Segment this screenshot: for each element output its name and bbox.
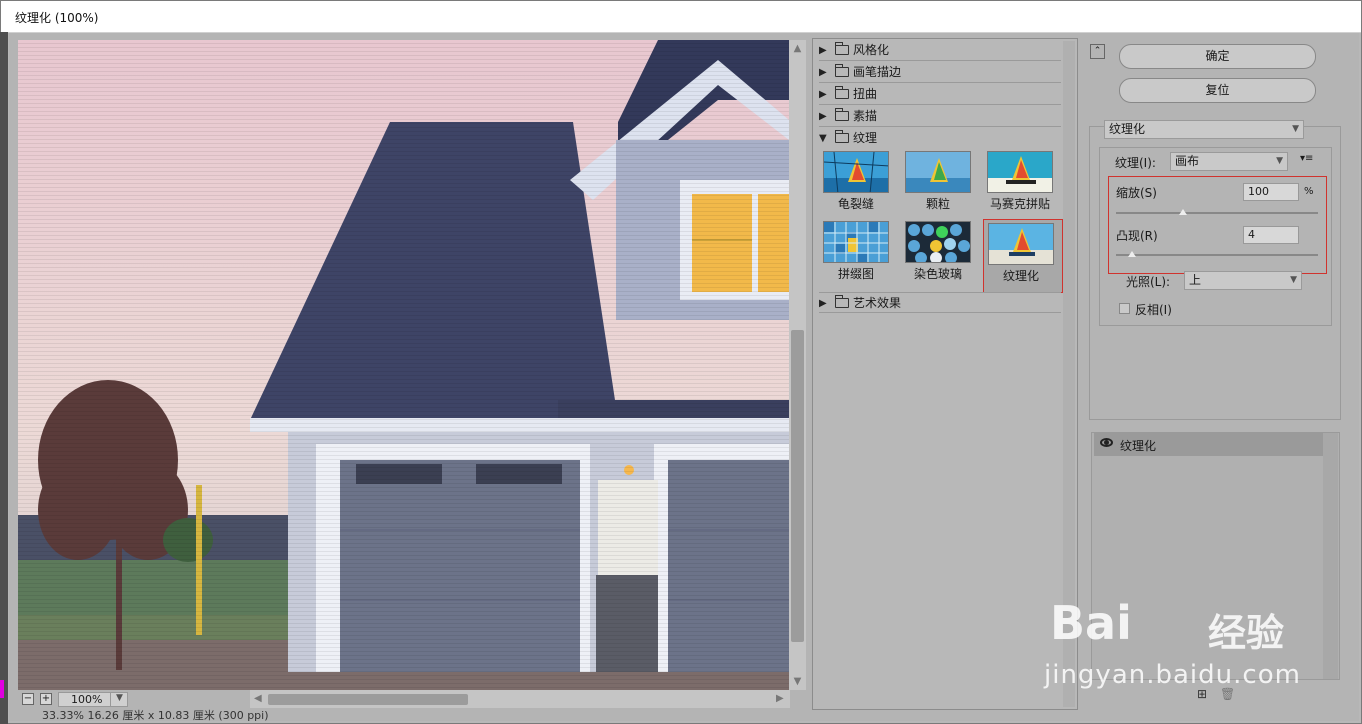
folder-icon	[835, 108, 849, 121]
folder-icon	[835, 295, 849, 308]
zoom-out-button[interactable]: −	[22, 693, 34, 705]
texture-thumbnails: 龟裂缝 颗粒 马赛克拼贴 拼缀图 染色玻璃 纹理化	[819, 151, 1063, 303]
title-bar: 纹理化 (100%)	[1, 1, 1361, 33]
filter-list-panel: ▶ 风格化 ▶ 画笔描边 ▶ 扭曲 ▶ 素描 ▼ 纹理 龟裂缝 颗粒 马赛克拼贴…	[812, 38, 1078, 710]
thumb-grain[interactable]: 颗粒	[901, 151, 981, 221]
texture-select[interactable]: 画布 ▼	[1170, 152, 1288, 171]
collapse-arrow-icon[interactable]: ▼	[819, 128, 831, 149]
category-label: 素描	[853, 109, 878, 123]
thumbnail-image	[987, 151, 1053, 193]
expand-arrow-icon[interactable]: ▶	[819, 293, 831, 314]
thumb-stained-glass[interactable]: 染色玻璃	[901, 221, 981, 291]
invert-checkbox[interactable]	[1119, 303, 1130, 314]
filter-list-scrollbar[interactable]	[1063, 41, 1075, 707]
light-label: 光照(L):	[1126, 275, 1171, 289]
thumbnail-image	[905, 221, 971, 263]
scroll-thumb[interactable]	[791, 330, 804, 642]
reset-button[interactable]: 复位	[1119, 78, 1316, 103]
zoom-value: 100%	[71, 693, 103, 706]
scroll-down-icon[interactable]: ▼	[792, 676, 803, 687]
ok-button[interactable]: 确定	[1119, 44, 1316, 69]
trash-icon[interactable]: 🗑	[1220, 688, 1235, 700]
effect-layers-panel	[1091, 432, 1340, 680]
thumbnail-label: 纹理化	[1002, 269, 1039, 283]
category-label: 艺术效果	[853, 296, 902, 310]
filter-select[interactable]: 纹理化 ▼	[1104, 120, 1304, 139]
thumbnail-label: 拼缀图	[837, 267, 874, 281]
thumbnail-image	[823, 221, 889, 263]
thumbnail-label: 龟裂缝	[837, 197, 874, 211]
filter-select-value: 纹理化	[1109, 122, 1146, 136]
expand-arrow-icon[interactable]: ▶	[819, 40, 831, 61]
chevron-down-icon: ▼	[1290, 275, 1297, 285]
expand-arrow-icon[interactable]: ▶	[819, 62, 831, 83]
thumbnail-image	[905, 151, 971, 193]
zoom-bar: − + 100% ▼	[18, 690, 258, 708]
thumbnail-label: 马赛克拼贴	[989, 197, 1050, 211]
preview-horizontal-scrollbar[interactable]: ◀ ▶	[250, 690, 790, 708]
collapse-panel-icon[interactable]: ⌃	[1090, 44, 1105, 59]
thumbnail-image	[823, 151, 889, 193]
preview-image	[18, 40, 789, 690]
scroll-thumb[interactable]	[268, 694, 468, 705]
thumb-craquelure[interactable]: 龟裂缝	[819, 151, 899, 221]
scroll-up-icon[interactable]: ▲	[792, 43, 803, 54]
category-brush-strokes[interactable]: ▶ 画笔描边	[819, 62, 1061, 83]
folder-icon	[835, 64, 849, 77]
highlight-box	[1108, 176, 1327, 274]
chevron-down-icon: ▼	[1292, 124, 1299, 134]
expand-arrow-icon[interactable]: ▶	[819, 84, 831, 105]
texture-label: 纹理(I):	[1113, 154, 1158, 171]
thumb-patchwork[interactable]: 拼缀图	[819, 221, 899, 291]
texture-menu-icon[interactable]: ▾≡	[1300, 153, 1313, 164]
eye-icon[interactable]	[1100, 438, 1113, 447]
zoom-in-button[interactable]: +	[40, 693, 52, 705]
category-distort[interactable]: ▶ 扭曲	[819, 84, 1061, 105]
category-stylize[interactable]: ▶ 风格化	[819, 40, 1061, 61]
preview-vertical-scrollbar[interactable]: ▲ ▼	[789, 40, 806, 690]
chevron-down-icon: ▼	[1276, 156, 1283, 166]
effect-layer-label: 纹理化	[1120, 439, 1157, 453]
background-swatch	[0, 680, 4, 698]
background-app-edge	[0, 32, 8, 724]
category-label: 扭曲	[853, 87, 878, 101]
thumbnail-label: 颗粒	[925, 197, 950, 211]
texture-select-value: 画布	[1175, 154, 1200, 168]
preview-canvas[interactable]	[18, 40, 789, 690]
expand-arrow-icon[interactable]: ▶	[819, 106, 831, 127]
chevron-down-icon[interactable]: ▼	[110, 692, 128, 707]
scroll-left-icon[interactable]: ◀	[254, 693, 262, 704]
light-select[interactable]: 上 ▼	[1184, 271, 1302, 290]
light-select-value: 上	[1189, 273, 1202, 287]
thumb-texturizer[interactable]: 纹理化	[983, 219, 1063, 293]
window-title: 纹理化 (100%)	[15, 11, 99, 25]
category-sketch[interactable]: ▶ 素描	[819, 106, 1061, 127]
folder-icon	[835, 86, 849, 99]
category-texture[interactable]: ▼ 纹理	[819, 128, 1061, 149]
category-label: 画笔描边	[853, 65, 902, 79]
invert-label: 反相(I)	[1135, 303, 1172, 317]
category-artistic[interactable]: ▶ 艺术效果	[819, 292, 1061, 313]
effect-layer-row[interactable]: 纹理化	[1094, 433, 1323, 456]
scroll-right-icon[interactable]: ▶	[776, 693, 784, 704]
status-bar: 33.33% 16.26 厘米 x 10.83 厘米 (300 ppi)	[42, 709, 269, 722]
thumbnail-label: 染色玻璃	[913, 267, 962, 281]
new-layer-icon[interactable]: ⊞	[1196, 688, 1208, 700]
category-label: 风格化	[853, 43, 890, 57]
category-label: 纹理	[853, 131, 878, 145]
thumbnail-image	[988, 223, 1054, 265]
thumb-mosaic-tiles[interactable]: 马赛克拼贴	[983, 151, 1063, 221]
layers-scrollbar[interactable]	[1323, 433, 1338, 679]
folder-icon	[835, 42, 849, 55]
folder-open-icon	[835, 130, 849, 143]
